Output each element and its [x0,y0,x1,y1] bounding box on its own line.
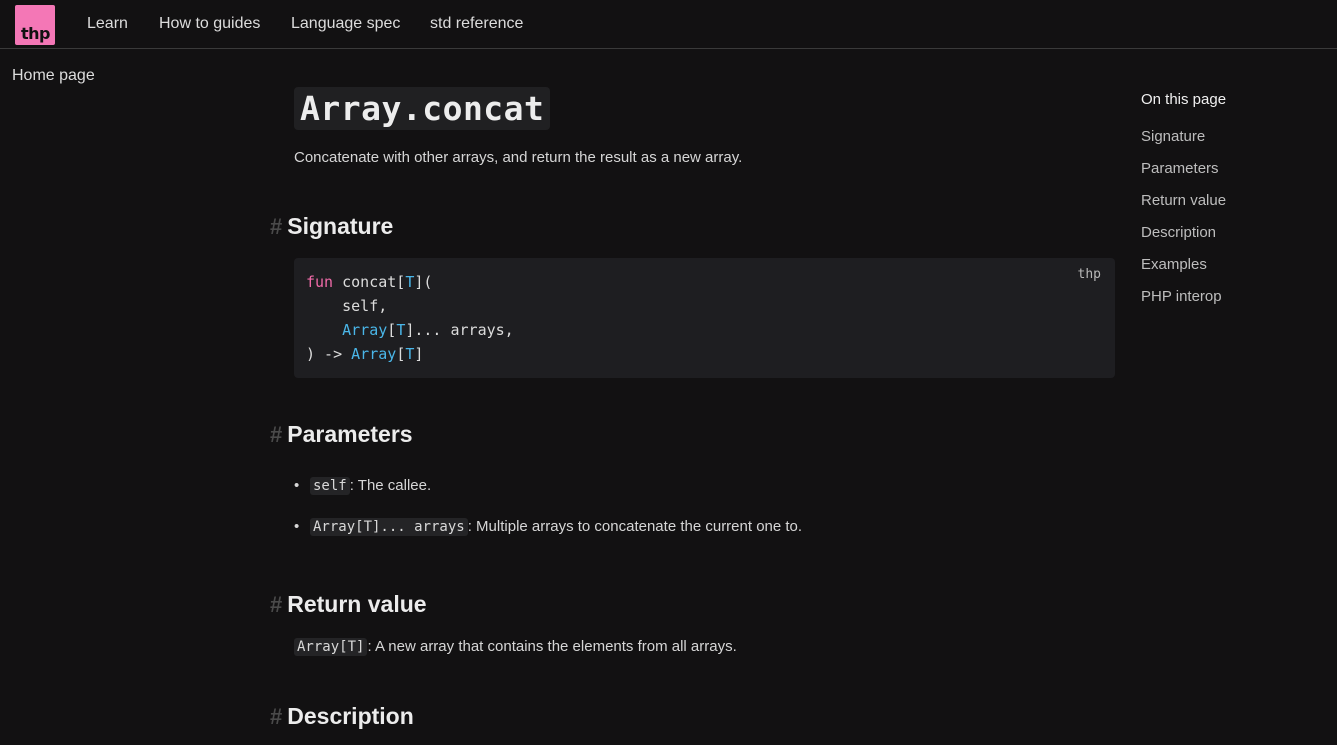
list-item: • Array[T]... arrays: Multiple arrays to … [294,518,803,536]
nav-language-spec[interactable]: Language spec [291,15,400,33]
sidebar-home-link[interactable]: Home page [12,67,95,85]
heading-signature: # Signature [270,213,393,240]
anchor-hash-icon[interactable]: # [270,592,282,617]
main-content: Array.concat Concatenate with other arra… [270,87,1115,729]
toc-item-examples[interactable]: Examples [1141,256,1207,273]
nav-learn[interactable]: Learn [87,15,128,33]
page-lead: Concatenate with other arrays, and retur… [294,149,743,166]
param-text: : The callee. [349,477,432,494]
nav-std-reference[interactable]: std reference [430,15,523,33]
code-language-label: thp [1077,267,1101,282]
anchor-hash-icon[interactable]: # [270,214,282,239]
param-text: : Multiple arrays to concatenate the cur… [467,518,803,535]
heading-return-value: # Return value [270,591,427,618]
param-code: self [310,477,350,495]
top-navbar: thp Learn How to guides Language spec st… [0,0,1337,49]
param-code: Array[T]... arrays [310,518,468,536]
heading-description-text: Description [287,703,414,729]
heading-parameters-text: Parameters [287,421,413,447]
signature-code-block: thp fun concat[T]( self, Array[T]... arr… [294,258,1115,378]
anchor-hash-icon[interactable]: # [270,704,282,729]
toc-item-php-interop[interactable]: PHP interop [1141,288,1222,305]
heading-signature-text: Signature [287,213,394,239]
heading-return-value-text: Return value [287,591,427,617]
nav-how-to-guides[interactable]: How to guides [159,15,260,33]
bullet: • [294,477,300,494]
thp-logo[interactable]: thp [15,5,55,45]
heading-parameters: # Parameters [270,421,413,448]
logo-text: thp [21,24,51,43]
return-code: Array[T] [294,638,368,656]
toc-item-signature[interactable]: Signature [1141,128,1205,145]
page-title: Array.concat [294,87,551,130]
bullet: • [294,518,300,535]
toc-item-return-value[interactable]: Return value [1141,192,1226,209]
list-item: • self: The callee. [294,477,432,495]
toc-item-description[interactable]: Description [1141,224,1216,241]
heading-description: # Description [270,703,414,730]
anchor-hash-icon[interactable]: # [270,422,282,447]
toc-item-parameters[interactable]: Parameters [1141,160,1219,177]
code-text: fun concat[T]( self, Array[T]... arrays,… [306,273,514,363]
return-value-text: Array[T]: A new array that contains the … [294,638,737,656]
toc-title: On this page [1141,91,1227,108]
